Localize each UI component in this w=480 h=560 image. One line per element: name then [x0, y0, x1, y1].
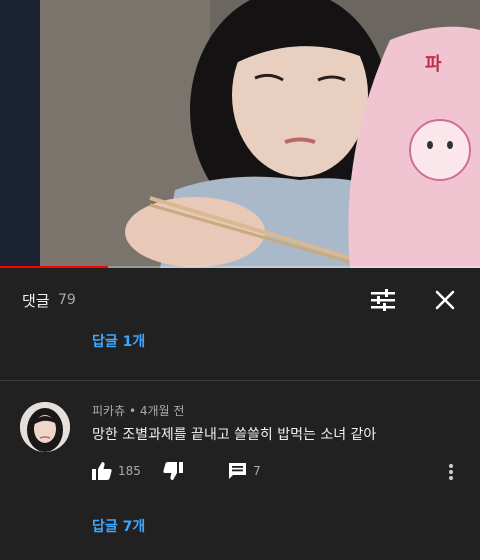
- close-icon: [435, 290, 455, 310]
- more-vert-icon: [449, 464, 453, 480]
- video-frame: 파: [0, 0, 480, 268]
- thumbs-down-icon: [163, 462, 183, 480]
- tune-icon: [371, 289, 395, 311]
- comment-author[interactable]: 피카츄: [92, 404, 125, 418]
- comment-meta: 피카츄 • 4개월 전: [92, 402, 184, 419]
- reply-count: 7: [253, 464, 261, 478]
- video-player[interactable]: 파: [0, 0, 480, 268]
- meta-separator: •: [128, 404, 137, 418]
- comment-icon: [229, 463, 246, 479]
- dislike-button[interactable]: [163, 462, 183, 480]
- comments-title: 댓글: [22, 292, 50, 310]
- svg-text:파: 파: [425, 54, 442, 75]
- avatar[interactable]: [20, 402, 70, 452]
- view-replies-link[interactable]: 답글 1개: [92, 331, 145, 351]
- progress-bar[interactable]: [0, 266, 480, 268]
- progress-fill: [0, 266, 108, 268]
- like-count: 185: [118, 464, 141, 478]
- sort-button[interactable]: [366, 283, 400, 317]
- view-replies-link[interactable]: 답글 7개: [92, 516, 145, 536]
- reply-button[interactable]: 7: [228, 462, 261, 480]
- like-button[interactable]: 185: [92, 462, 141, 480]
- comment-text: 망한 조별과제를 끝내고 쓸쓸히 밥먹는 소녀 같아: [92, 427, 377, 443]
- more-options-button[interactable]: [448, 462, 464, 482]
- avatar-image: [20, 402, 70, 452]
- comment-age: 4개월 전: [139, 404, 185, 418]
- comments-header: 댓글 79: [0, 270, 480, 330]
- comments-count: 79: [58, 292, 76, 308]
- divider: [0, 380, 480, 381]
- close-button[interactable]: [428, 283, 462, 317]
- thumbs-up-icon: [92, 462, 112, 480]
